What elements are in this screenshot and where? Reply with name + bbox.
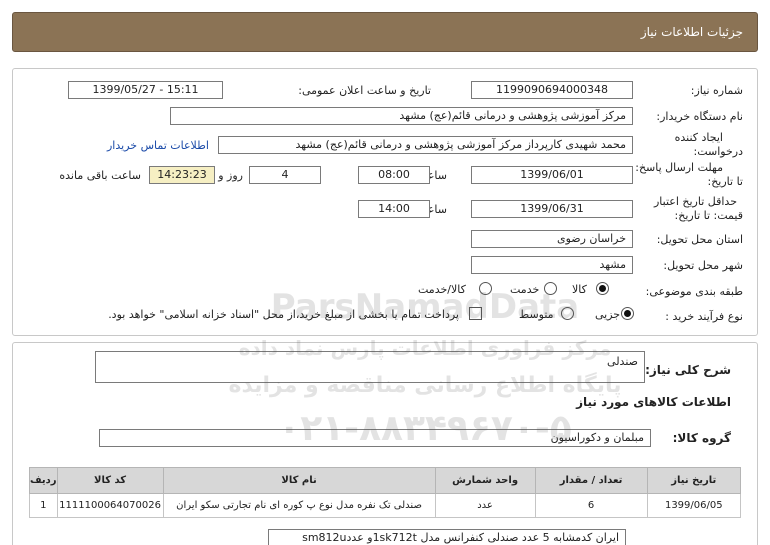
cell-item-code: 1111100064070026	[56, 493, 164, 518]
category-goods-service-label: کالا/خدمت	[418, 283, 466, 296]
page-header: جزئیات اطلاعات نیاز	[12, 12, 758, 52]
cell-row-number: 1	[29, 493, 58, 518]
city-label: شهر محل تحویل:	[663, 259, 743, 272]
announce-datetime-field: 1399/05/27 - 15:11	[68, 81, 223, 99]
col-header-unit: واحد شمارش	[434, 467, 536, 494]
province-field: خراسان رضوی	[471, 230, 633, 248]
announce-datetime-label: تاریخ و ساعت اعلان عمومی:	[298, 84, 431, 97]
cell-quantity: 6	[534, 493, 648, 518]
validity-time-field: 14:00	[358, 200, 430, 218]
general-desc-label: شرح کلی نیاز:	[645, 363, 731, 377]
table-row: 1 1111100064070026 صندلی تک نفره مدل نوع…	[29, 493, 742, 518]
validity-date-field: 1399/06/31	[471, 200, 633, 218]
cell-need-date: 1399/06/05	[646, 493, 742, 518]
goods-panel: شرح کلی نیاز: صندلی اطلاعات کالاهای مورد…	[12, 342, 758, 545]
buyer-note-field: ایران کدمشابه 5 عدد صندلی کنفرانس مدل 1s…	[268, 529, 626, 545]
goods-table: ردیف کد کالا نام کالا واحد شمارش تعداد /…	[29, 467, 742, 518]
days-remaining-field: 4	[249, 166, 321, 184]
treasury-payment-checkbox[interactable]	[469, 307, 482, 320]
table-header-row: ردیف کد کالا نام کالا واحد شمارش تعداد /…	[29, 467, 742, 494]
deadline-label-2: تا تاریخ:	[707, 175, 743, 188]
purchase-minor-label: جزیی	[595, 308, 621, 321]
buyer-contact-link[interactable]: اطلاعات تماس خریدار	[107, 139, 209, 152]
purchase-medium-label: متوسط	[519, 308, 554, 321]
purchase-radio-minor[interactable]	[621, 307, 634, 320]
goods-info-title: اطلاعات کالاهای مورد نیاز	[576, 395, 731, 409]
category-service-label: خدمت	[510, 283, 540, 296]
remaining-label: ساعت باقی مانده	[59, 169, 141, 182]
need-number-field: 1199090694000348	[471, 81, 633, 99]
cell-item-name: صندلی تک نفره مدل نوع پ کوره ای نام تجار…	[162, 493, 436, 518]
goods-group-field: مبلمان و دکوراسیون	[99, 429, 651, 447]
buyer-org-field: مرکز آموزشی پژوهشی و درمانی قائم(عج) مشه…	[170, 107, 633, 125]
category-label: طبقه بندی موضوعی:	[645, 285, 743, 298]
deadline-date-field: 1399/06/01	[471, 166, 633, 184]
need-number-label: شماره نیاز:	[690, 84, 743, 97]
col-header-quantity: تعداد / مقدار	[534, 467, 648, 494]
purchase-radio-medium[interactable]	[561, 307, 574, 320]
col-header-need-date: تاریخ نیاز	[646, 467, 742, 494]
col-header-item-name: نام کالا	[162, 467, 436, 494]
validity-label-2: قیمت: تا تاریخ:	[674, 209, 743, 222]
treasury-payment-note: پرداخت تمام یا بخشی از مبلغ خرید،از محل …	[108, 308, 459, 321]
remaining-time-field: 14:23:23	[149, 166, 215, 184]
buyer-org-label: نام دستگاه خریدار:	[656, 110, 743, 123]
requester-field: محمد شهیدی کارپرداز مرکز آموزشی پژوهشی و…	[218, 136, 633, 154]
requester-label-1: ایجاد کننده	[674, 131, 723, 144]
category-goods-label: کالا	[572, 283, 587, 296]
general-desc-field: صندلی	[95, 351, 645, 383]
need-details-panel: شماره نیاز: 1199090694000348 تاریخ و ساع…	[12, 68, 758, 336]
category-radio-goods[interactable]	[596, 282, 609, 295]
day-and-label: روز و	[218, 169, 243, 182]
col-header-item-code: کد کالا	[56, 467, 164, 494]
cell-unit: عدد	[434, 493, 536, 518]
col-header-row-number: ردیف	[29, 467, 58, 494]
province-label: استان محل تحویل:	[656, 233, 743, 246]
purchase-type-label: نوع فرآیند خرید :	[665, 310, 743, 323]
deadline-time-field: 08:00	[358, 166, 430, 184]
page-title: جزئیات اطلاعات نیاز	[640, 25, 743, 39]
requester-label-2: درخواست:	[693, 145, 743, 158]
goods-group-label: گروه کالا:	[672, 431, 731, 445]
validity-label-1: حداقل تاریخ اعتبار	[653, 195, 737, 208]
category-radio-goods-service[interactable]	[479, 282, 492, 295]
city-field: مشهد	[471, 256, 633, 274]
category-radio-service[interactable]	[544, 282, 557, 295]
deadline-label-1: مهلت ارسال پاسخ:	[635, 161, 723, 174]
